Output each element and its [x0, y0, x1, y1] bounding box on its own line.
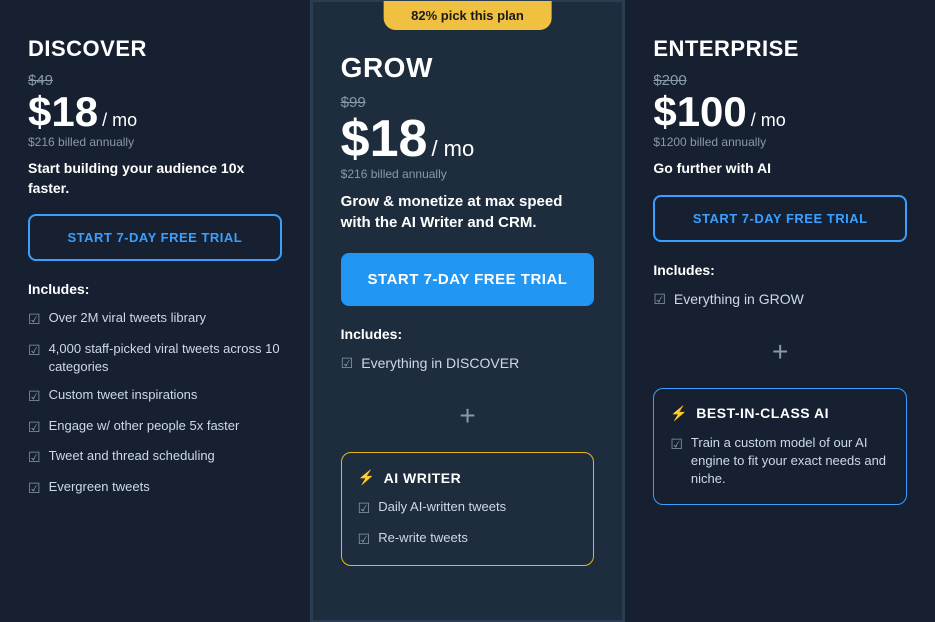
grow-billed: $216 billed annually [341, 167, 595, 181]
list-item: ☑ Custom tweet inspirations [28, 386, 282, 407]
discover-plan-name: DISCOVER [28, 36, 282, 62]
grow-original-price: $99 [341, 94, 595, 111]
list-item: ☑ Train a custom model of our AI engine … [670, 434, 890, 489]
grow-price: $18 [341, 113, 428, 165]
grow-plan: 82% pick this plan GROW $99 $18 / mo $21… [311, 0, 625, 622]
grow-cta-button[interactable]: START 7-DAY FREE TRIAL [341, 253, 595, 306]
check-icon: ☑ [341, 355, 354, 372]
check-icon: ☑ [28, 341, 41, 361]
check-icon: ☑ [358, 530, 371, 550]
check-icon: ☑ [670, 435, 683, 455]
discover-tagline: Start building your audience 10x faster. [28, 159, 282, 198]
check-icon: ☑ [358, 499, 371, 519]
pricing-container: DISCOVER $49 $18 / mo $216 billed annual… [0, 0, 935, 622]
feature-text: Train a custom model of our AI engine to… [691, 434, 890, 489]
best-in-class-title: ⚡ BEST-IN-CLASS AI [670, 405, 890, 422]
enterprise-includes-label: Includes: [653, 262, 907, 278]
discover-cta-button[interactable]: START 7-DAY FREE TRIAL [28, 214, 282, 261]
bolt-icon: ⚡ [670, 405, 688, 422]
check-icon: ☑ [28, 387, 41, 407]
feature-text: Daily AI-written tweets [378, 498, 506, 516]
discover-billed: $216 billed annually [28, 135, 282, 149]
feature-text: Evergreen tweets [49, 478, 150, 496]
grow-plus-divider: + [341, 400, 595, 432]
list-item: ☑ 4,000 staff-picked viral tweets across… [28, 340, 282, 376]
discover-price: $18 [28, 91, 98, 133]
grow-everything-in: ☑ Everything in DISCOVER [341, 354, 595, 372]
grow-price-row: $18 / mo [341, 113, 595, 165]
list-item: ☑ Daily AI-written tweets [358, 498, 578, 519]
feature-text: Tweet and thread scheduling [49, 447, 215, 465]
list-item: ☑ Re-write tweets [358, 529, 578, 550]
enterprise-plan-name: ENTERPRISE [653, 36, 907, 62]
enterprise-plan: ENTERPRISE $200 $100 / mo $1200 billed a… [624, 0, 935, 622]
check-icon: ☑ [28, 418, 41, 438]
grow-includes-label: Includes: [341, 326, 595, 342]
list-item: ☑ Over 2M viral tweets library [28, 309, 282, 330]
feature-text: Custom tweet inspirations [49, 386, 198, 404]
check-icon: ☑ [28, 479, 41, 499]
enterprise-billed: $1200 billed annually [653, 135, 907, 149]
list-item: ☑ Evergreen tweets [28, 478, 282, 499]
discover-price-row: $18 / mo [28, 91, 282, 133]
enterprise-price-row: $100 / mo [653, 91, 907, 133]
enterprise-everything-in: ☑ Everything in GROW [653, 290, 907, 308]
enterprise-cta-button[interactable]: START 7-DAY FREE TRIAL [653, 195, 907, 242]
check-icon: ☑ [28, 448, 41, 468]
enterprise-original-price: $200 [653, 72, 907, 89]
grow-tagline: Grow & monetize at max speed with the AI… [341, 191, 595, 233]
feature-text: Engage w/ other people 5x faster [49, 417, 240, 435]
enterprise-plus-divider: + [653, 336, 907, 368]
feature-text: Over 2M viral tweets library [49, 309, 206, 327]
bolt-icon: ⚡ [358, 469, 376, 486]
discover-original-price: $49 [28, 72, 282, 89]
discover-plan: DISCOVER $49 $18 / mo $216 billed annual… [0, 0, 311, 622]
grow-plan-name: GROW [341, 52, 595, 84]
grow-per: / mo [431, 136, 474, 162]
best-in-class-box: ⚡ BEST-IN-CLASS AI ☑ Train a custom mode… [653, 388, 907, 506]
enterprise-feature-list: ☑ Train a custom model of our AI engine … [670, 434, 890, 489]
list-item: ☑ Tweet and thread scheduling [28, 447, 282, 468]
enterprise-tagline: Go further with AI [653, 159, 907, 179]
discover-feature-list: ☑ Over 2M viral tweets library ☑ 4,000 s… [28, 309, 282, 498]
popular-badge: 82% pick this plan [383, 1, 552, 30]
feature-text: Re-write tweets [378, 529, 468, 547]
ai-writer-box: ⚡ AI WRITER ☑ Daily AI-written tweets ☑ … [341, 452, 595, 566]
discover-includes-label: Includes: [28, 281, 282, 297]
feature-text: 4,000 staff-picked viral tweets across 1… [49, 340, 282, 376]
ai-writer-feature-list: ☑ Daily AI-written tweets ☑ Re-write twe… [358, 498, 578, 549]
check-icon: ☑ [653, 291, 666, 308]
check-icon: ☑ [28, 310, 41, 330]
enterprise-price: $100 [653, 91, 746, 133]
discover-per: / mo [102, 110, 137, 131]
list-item: ☑ Engage w/ other people 5x faster [28, 417, 282, 438]
enterprise-per: / mo [751, 110, 786, 131]
ai-writer-title: ⚡ AI WRITER [358, 469, 578, 486]
